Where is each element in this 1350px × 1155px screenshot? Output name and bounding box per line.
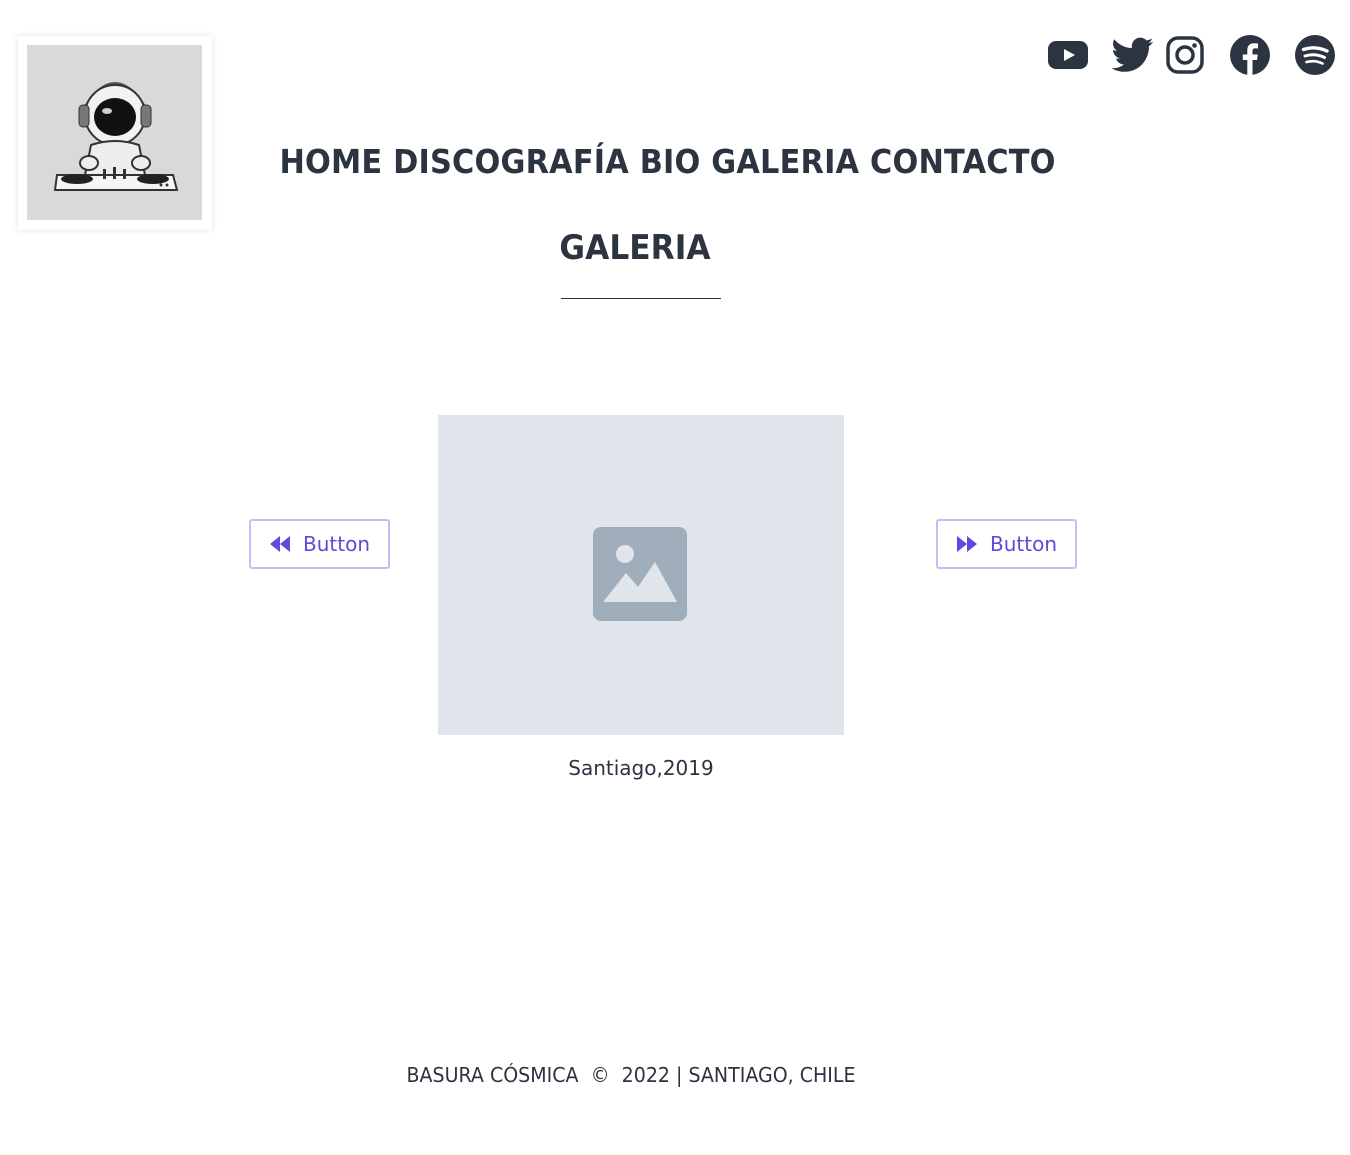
image-placeholder-icon xyxy=(593,527,687,621)
nav-bio[interactable]: BIO xyxy=(640,142,701,181)
next-button-label: Button xyxy=(990,532,1057,556)
nav-discografia[interactable]: DISCOGRAFÍA xyxy=(393,142,629,181)
instagram-icon xyxy=(1166,36,1204,74)
youtube-link[interactable] xyxy=(1046,34,1090,76)
title-divider xyxy=(561,298,721,299)
gallery-image xyxy=(438,415,844,735)
twitter-link[interactable] xyxy=(1111,34,1155,76)
nav-galeria[interactable]: GALERIA xyxy=(711,142,859,181)
facebook-link[interactable] xyxy=(1228,34,1272,76)
twitter-icon xyxy=(1112,37,1154,72)
facebook-icon xyxy=(1230,35,1270,75)
logo-image xyxy=(27,45,202,220)
logo-card[interactable] xyxy=(18,36,212,230)
previous-button-label: Button xyxy=(303,532,370,556)
nav-home[interactable]: HOME xyxy=(279,142,382,181)
rewind-icon xyxy=(270,536,290,552)
page-title: GALERIA xyxy=(559,228,711,268)
spotify-link[interactable] xyxy=(1293,34,1337,76)
astronaut-dj-icon xyxy=(53,82,179,191)
main-nav: HOME DISCOGRAFÍA BIO GALERIA CONTACTO xyxy=(53,142,1281,181)
footer-text: BASURA CÓSMICA © 2022 | SANTIAGO, CHILE xyxy=(406,1063,856,1087)
spotify-icon xyxy=(1295,35,1335,75)
previous-button[interactable]: Button xyxy=(249,519,390,569)
fast-forward-icon xyxy=(957,536,977,552)
image-caption: Santiago,2019 xyxy=(568,756,714,780)
next-button[interactable]: Button xyxy=(936,519,1077,569)
instagram-link[interactable] xyxy=(1164,34,1206,76)
youtube-icon xyxy=(1048,41,1088,69)
nav-contacto[interactable]: CONTACTO xyxy=(870,142,1056,181)
